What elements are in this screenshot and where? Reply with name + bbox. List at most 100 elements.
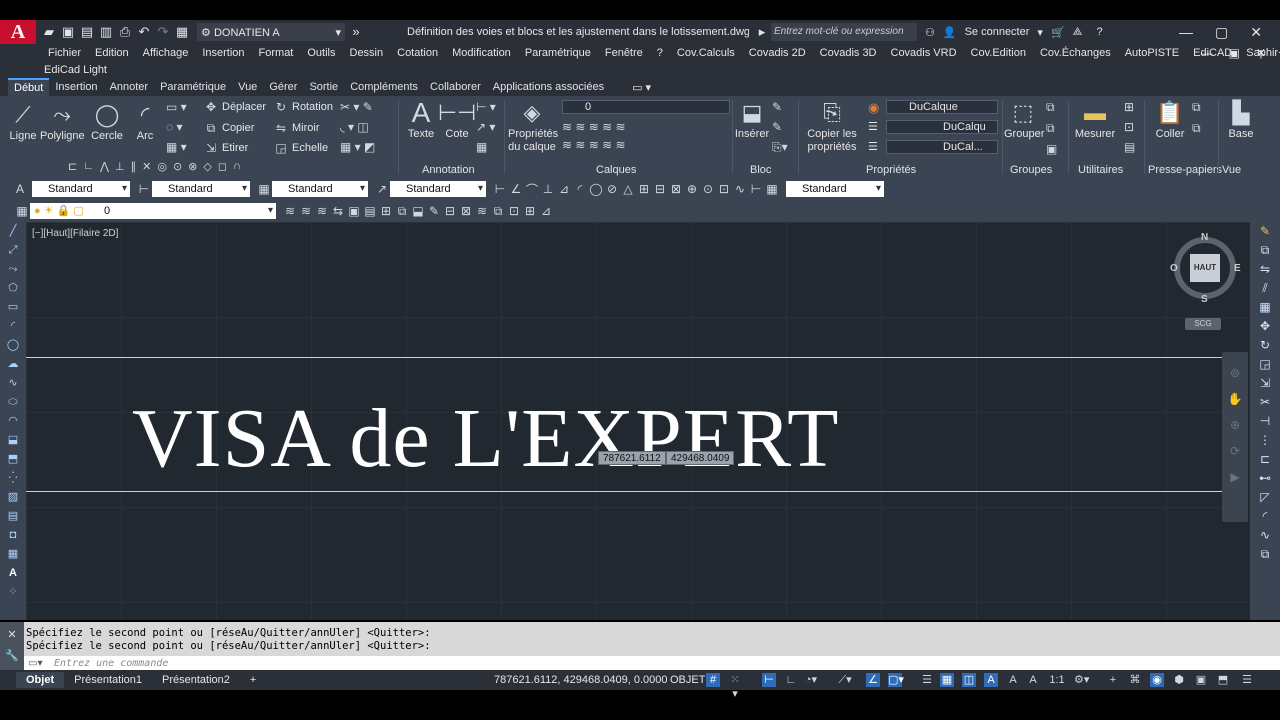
- calc-icon[interactable]: ⊞: [1124, 100, 1135, 114]
- table-icon[interactable]: ▦: [476, 140, 496, 154]
- close-icon[interactable]: ✕: [0, 628, 24, 641]
- restore-icon[interactable]: —: [1201, 46, 1213, 60]
- sign-in-link[interactable]: Se connecter: [965, 26, 1030, 38]
- match-properties-button[interactable]: ⎘ Copier les propriétés: [800, 98, 864, 154]
- search-input[interactable]: Entrez mot-clé ou expression: [771, 23, 917, 41]
- drawing-canvas[interactable]: [−][Haut][Filaire 2D] VISA de L'EXPERT 7…: [26, 222, 1250, 620]
- dim-tool-icon[interactable]: ⊞: [636, 182, 652, 196]
- menu-item[interactable]: EdiCad Light: [44, 64, 107, 76]
- region-tool-icon[interactable]: ◘: [0, 526, 26, 545]
- layer-tool-icon[interactable]: ⊡: [506, 204, 522, 218]
- lineweight-status-icon[interactable]: ☰: [920, 673, 934, 687]
- compass-east[interactable]: E: [1234, 263, 1241, 274]
- ellipse-tool-icon[interactable]: ⬭: [0, 393, 26, 412]
- list-icon[interactable]: ▤: [1124, 140, 1135, 154]
- window-icon[interactable]: ▣: [1229, 46, 1240, 60]
- menu-item[interactable]: AutoPISTE: [1125, 47, 1179, 59]
- customize-icon[interactable]: ☰: [1240, 673, 1254, 687]
- tab-debut[interactable]: Début: [8, 78, 50, 96]
- text-button[interactable]: A Texte: [404, 98, 438, 141]
- addselected-tool-icon[interactable]: ⁘: [0, 583, 26, 602]
- quick-props-icon[interactable]: ⬒: [1216, 673, 1230, 687]
- layer-tools-icon[interactable]: ≋ ≋ ≋ ≋ ≋: [562, 120, 626, 134]
- command-input[interactable]: ▭▾ Entrez une commande: [24, 656, 1280, 670]
- infer-icon[interactable]: ⊢: [762, 673, 776, 687]
- layer-state-icon[interactable]: ▦: [14, 204, 30, 218]
- snap-mode-icon[interactable]: ⁙▾: [728, 673, 742, 700]
- scale-button[interactable]: ◲ Echelle: [274, 141, 328, 155]
- table-style-dropdown[interactable]: Standard: [272, 181, 368, 197]
- fillet-tool-icon[interactable]: ◜: [1250, 507, 1280, 526]
- dim-tool-icon[interactable]: ∿: [732, 182, 748, 196]
- redo-icon[interactable]: ↷: [156, 25, 170, 39]
- autodesk-icon[interactable]: ⟁: [1073, 26, 1083, 39]
- break-point-tool-icon[interactable]: ⋮: [1250, 431, 1280, 450]
- annotation-visibility-icon[interactable]: A: [984, 673, 998, 687]
- layer-tool-icon[interactable]: ≋: [474, 204, 490, 218]
- menu-item[interactable]: Paramétrique: [525, 47, 591, 59]
- layer-tool-icon[interactable]: ⧉: [490, 204, 506, 219]
- tab-complements[interactable]: Compléments: [344, 78, 424, 96]
- dim-tool-icon[interactable]: ▦: [764, 182, 780, 196]
- layer-tool-icon[interactable]: ▣: [346, 204, 362, 218]
- mtext-tool-icon[interactable]: A: [0, 564, 26, 583]
- rectangle-tool-icon[interactable]: ▭: [0, 298, 26, 317]
- measure-button[interactable]: ▬ Mesurer: [1072, 98, 1118, 141]
- menu-item[interactable]: Dessin: [350, 47, 384, 59]
- layer-tool-icon[interactable]: ⊿: [538, 204, 554, 218]
- help-icon[interactable]: ?: [1096, 26, 1102, 38]
- clipboard-title[interactable]: Presse-papiers: [1148, 164, 1222, 176]
- rectangle-icon[interactable]: ▭ ▾: [166, 100, 187, 114]
- cut-clip-icon[interactable]: ⧉: [1192, 121, 1201, 136]
- snap-icon[interactable]: ∩: [233, 160, 241, 173]
- arc-tool-icon[interactable]: ◜: [0, 317, 26, 336]
- chevron-down-icon[interactable]: ▾: [1037, 26, 1043, 39]
- osnap-icon[interactable]: ▢▾: [888, 673, 904, 687]
- chamfer-tool-icon[interactable]: ◸: [1250, 488, 1280, 507]
- dim-tool-icon[interactable]: ⊕: [684, 182, 700, 196]
- tab-model[interactable]: Objet: [16, 672, 65, 688]
- menu-item[interactable]: Insertion: [202, 47, 244, 59]
- erase-tool-icon[interactable]: ✎: [1250, 222, 1280, 241]
- menu-item[interactable]: Covadis VRD: [891, 47, 957, 59]
- steering-wheel-icon[interactable]: ⊚: [1222, 366, 1248, 380]
- selection-cycling-icon[interactable]: ◫: [962, 673, 976, 687]
- ungroup-icon[interactable]: ⧉: [1046, 100, 1057, 115]
- workspace-gear-icon[interactable]: ⚙▾: [1074, 673, 1089, 687]
- scale-tool-icon[interactable]: ◲: [1250, 355, 1280, 374]
- block-edit-icon[interactable]: ✎: [772, 100, 788, 114]
- snap-icon[interactable]: ◻: [218, 160, 227, 173]
- polyline-tool-icon[interactable]: ⤳: [0, 260, 26, 279]
- tab-collaborer[interactable]: Collaborer: [424, 78, 487, 96]
- command-prompt-icon[interactable]: ▭▾: [28, 658, 42, 669]
- snap-icon[interactable]: ◎: [157, 160, 167, 173]
- properties-title[interactable]: Propriétés: [866, 164, 916, 176]
- layer-tool-icon[interactable]: ≋: [282, 204, 298, 218]
- minimize-icon[interactable]: —: [1179, 24, 1193, 41]
- transparency-icon[interactable]: ▦: [940, 673, 954, 687]
- layer-tool-icon[interactable]: ⊠: [458, 204, 474, 218]
- tab-parametrique[interactable]: Paramétrique: [154, 78, 232, 96]
- snap-icon[interactable]: ⋀: [100, 160, 109, 173]
- menu-item[interactable]: Fichier: [48, 47, 81, 59]
- annotation-autoscale-icon[interactable]: A: [1006, 673, 1020, 687]
- open-icon[interactable]: ▰: [42, 25, 56, 39]
- dim-tool-icon[interactable]: △: [620, 182, 636, 196]
- pan-icon[interactable]: ✋: [1222, 392, 1248, 406]
- menu-item[interactable]: Cotation: [397, 47, 438, 59]
- workspace-selector[interactable]: ⚙ DONATIEN A ▾: [197, 23, 345, 41]
- close-icon[interactable]: ✕: [1250, 24, 1262, 41]
- tab-vue[interactable]: Vue: [232, 78, 263, 96]
- join-tool-icon[interactable]: ⊷: [1250, 469, 1280, 488]
- groups-title[interactable]: Groupes: [1010, 164, 1052, 176]
- arc-button[interactable]: ◜ Arc: [128, 100, 162, 143]
- rotate-button[interactable]: ↻ Rotation: [274, 100, 333, 114]
- explode-tool-icon[interactable]: ⧉: [1250, 545, 1280, 564]
- layer-tool-icon[interactable]: ⊞: [522, 204, 538, 218]
- utilities-title[interactable]: Utilitaires: [1078, 164, 1123, 176]
- viewcube[interactable]: HAUT N S E O: [1170, 232, 1241, 305]
- point-tool-icon[interactable]: ⁛: [0, 469, 26, 488]
- menu-item[interactable]: Cov.Calculs: [677, 47, 735, 59]
- group-edit-icon[interactable]: ⧉: [1046, 121, 1057, 136]
- select-icon[interactable]: ⊡: [1124, 120, 1135, 134]
